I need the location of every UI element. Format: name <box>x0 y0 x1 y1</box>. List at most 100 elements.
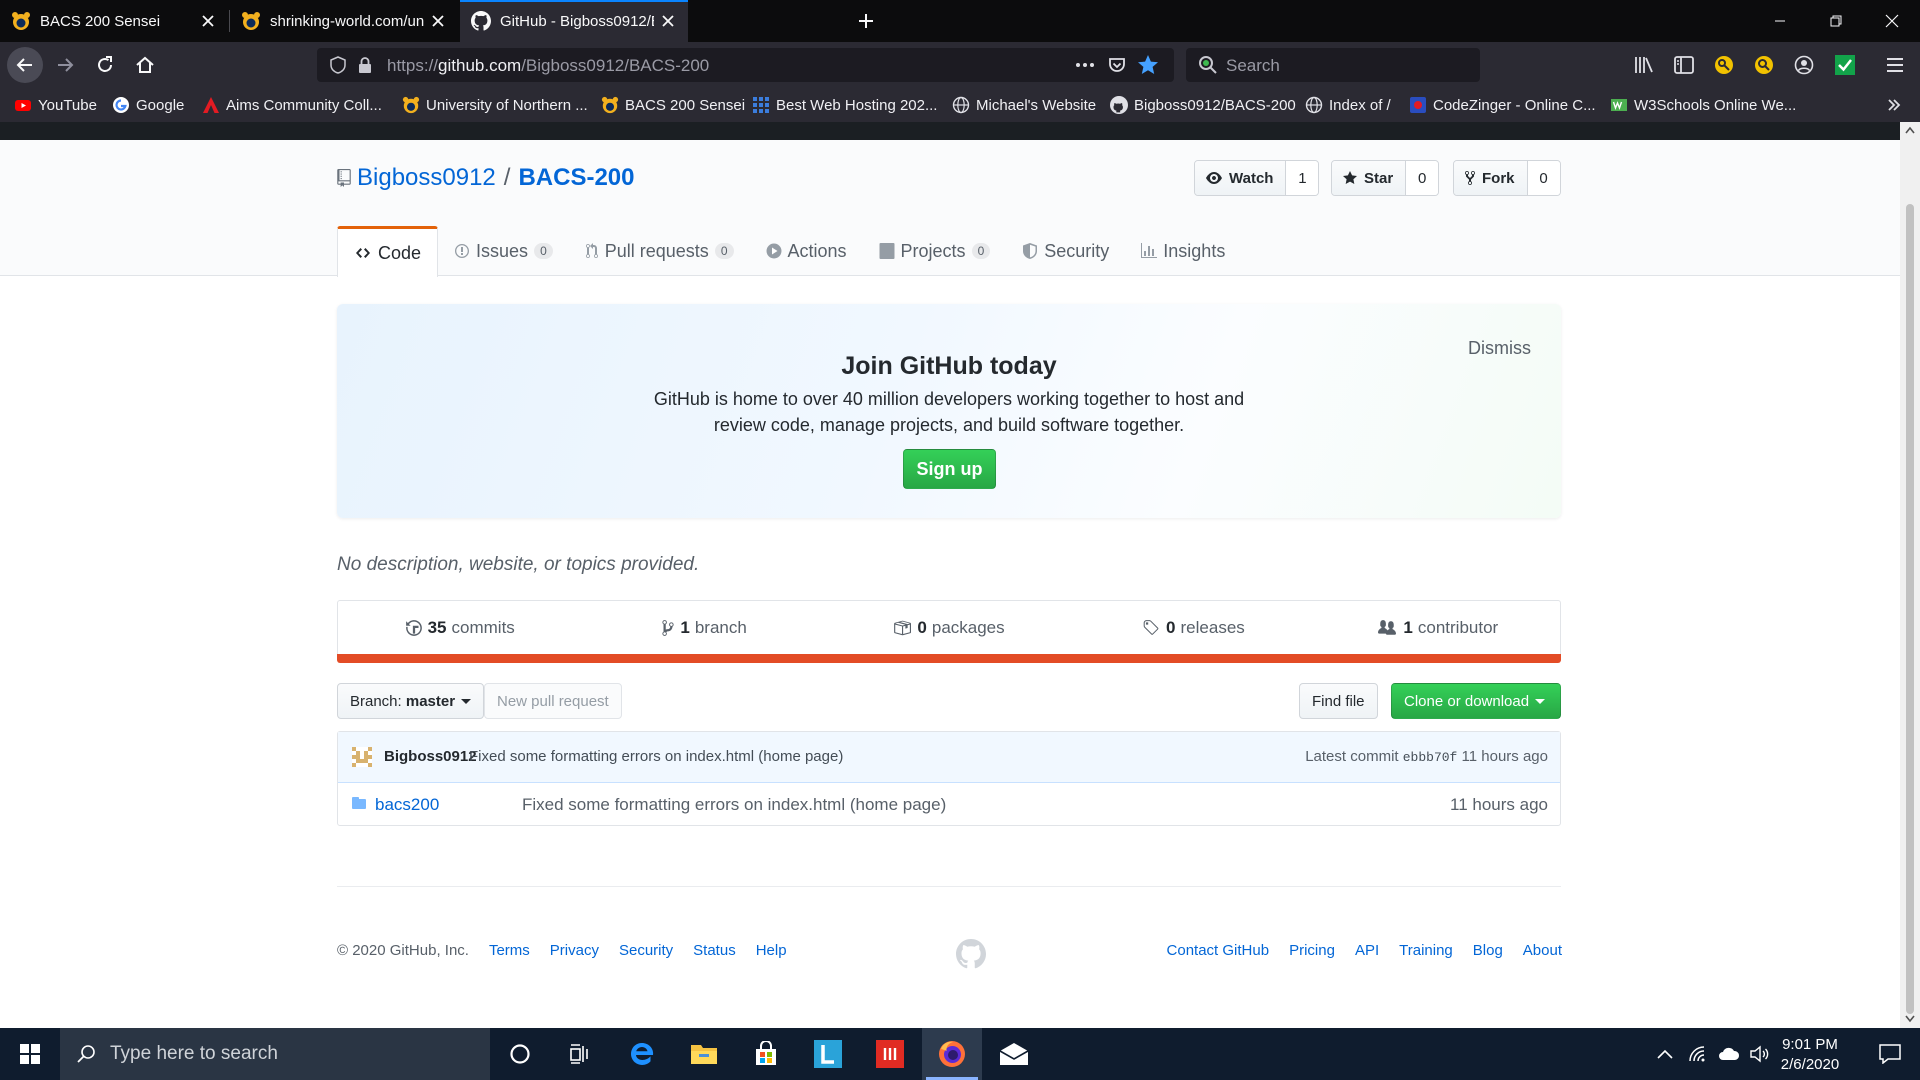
footer-link-contact[interactable]: Contact GitHub <box>1167 942 1270 959</box>
extension-key-icon[interactable] <box>1714 55 1734 75</box>
taskbar-edge[interactable] <box>612 1028 672 1080</box>
footer-link-help[interactable]: Help <box>756 942 787 959</box>
restore-button[interactable] <box>1808 0 1864 42</box>
fork-button[interactable]: Fork <box>1454 161 1528 195</box>
bookmark-youtube[interactable]: YouTube <box>14 88 97 122</box>
taskbar-mail[interactable] <box>984 1028 1044 1080</box>
packages-link[interactable]: 0 packages <box>827 601 1071 654</box>
extension-search-icon[interactable] <box>1754 55 1774 75</box>
taskbar-app-l[interactable] <box>798 1028 858 1080</box>
fork-count[interactable]: 0 <box>1527 161 1560 195</box>
tab-security[interactable]: Security <box>1006 226 1125 276</box>
footer-link-pricing[interactable]: Pricing <box>1289 942 1335 959</box>
new-tab-button[interactable] <box>852 7 880 35</box>
task-view-button[interactable] <box>550 1028 610 1080</box>
clone-download-button[interactable]: Clone or download <box>1391 683 1561 719</box>
repo-owner-link[interactable]: Bigboss0912 <box>357 164 496 192</box>
taskbar-app-red[interactable] <box>860 1028 920 1080</box>
github-mark-icon[interactable] <box>956 939 986 969</box>
bookmark-index-of[interactable]: Index of / <box>1305 88 1391 122</box>
tab-actions[interactable]: Actions <box>750 226 863 276</box>
pocket-icon[interactable] <box>1107 55 1127 75</box>
network-button[interactable] <box>1684 1028 1712 1080</box>
releases-link[interactable]: 0 releases <box>1071 601 1315 654</box>
language-bar[interactable] <box>337 654 1561 663</box>
forward-button[interactable] <box>47 47 83 83</box>
onedrive-button[interactable] <box>1714 1028 1744 1080</box>
commit-author-link[interactable]: Bigboss0912 <box>384 748 477 765</box>
close-tab-icon[interactable] <box>424 7 452 35</box>
taskbar-search-input[interactable]: Type here to search <box>60 1028 490 1080</box>
checkmark-extension-icon[interactable] <box>1834 54 1856 76</box>
footer-link-blog[interactable]: Blog <box>1473 942 1503 959</box>
watch-count[interactable]: 1 <box>1286 161 1319 195</box>
file-name-link[interactable]: bacs200 <box>375 795 439 815</box>
taskbar-clock[interactable]: 9:01 PM 2/6/2020 <box>1760 1035 1860 1075</box>
search-bar[interactable]: Search <box>1186 48 1480 82</box>
new-pull-request-button[interactable]: New pull request <box>484 683 622 719</box>
bookmark-bacs-sensei[interactable]: BACS 200 Sensei <box>601 88 745 122</box>
address-bar[interactable]: https://github.com/Bigboss0912/BACS-200 <box>317 48 1174 82</box>
taskbar-store[interactable] <box>736 1028 796 1080</box>
reload-button[interactable] <box>87 47 123 83</box>
footer-link-api[interactable]: API <box>1355 942 1379 959</box>
sign-up-button[interactable]: Sign up <box>903 449 996 489</box>
tab-shrinking-world[interactable]: shrinking-world.com/unc/bacs2 <box>230 0 458 42</box>
bookmark-michaels-website[interactable]: Michael's Website <box>952 88 1096 122</box>
footer-link-security[interactable]: Security <box>619 942 673 959</box>
shield-icon[interactable] <box>329 56 347 74</box>
start-button[interactable] <box>0 1028 60 1080</box>
footer-link-training[interactable]: Training <box>1399 942 1453 959</box>
close-window-button[interactable] <box>1864 0 1920 42</box>
tab-insights[interactable]: Insights <box>1125 226 1241 276</box>
bookmark-aims[interactable]: Aims Community Coll... <box>202 88 382 122</box>
sidebar-icon[interactable] <box>1674 56 1694 74</box>
bookmarks-overflow-button[interactable] <box>1886 88 1902 122</box>
page-actions-icon[interactable] <box>1075 62 1095 68</box>
star-button[interactable]: Star <box>1332 161 1407 195</box>
branches-link[interactable]: 1 branch <box>582 601 826 654</box>
tab-github[interactable]: GitHub - Bigboss0912/BACS-2( <box>460 0 688 42</box>
contributors-link[interactable]: 1 contributor <box>1316 601 1560 654</box>
minimize-button[interactable] <box>1752 0 1808 42</box>
tab-bacs-sensei[interactable]: BACS 200 Sensei <box>0 0 228 42</box>
home-button[interactable] <box>127 47 163 83</box>
tab-code[interactable]: Code <box>337 226 439 277</box>
close-tab-icon[interactable] <box>194 7 222 35</box>
cortana-button[interactable] <box>490 1028 550 1080</box>
footer-link-about[interactable]: About <box>1523 942 1562 959</box>
bookmark-star-icon[interactable] <box>1137 54 1159 76</box>
bookmark-w3schools[interactable]: W3Schools Online We... <box>1610 88 1796 122</box>
star-count[interactable]: 0 <box>1406 161 1439 195</box>
close-tab-icon[interactable] <box>654 7 682 35</box>
bookmark-google[interactable]: Google <box>112 88 184 122</box>
file-commit-message-link[interactable]: Fixed some formatting errors on index.ht… <box>522 795 946 815</box>
library-icon[interactable] <box>1634 56 1654 74</box>
watch-button[interactable]: Watch <box>1195 161 1287 195</box>
commit-message-link[interactable]: Fixed some formatting errors on index.ht… <box>469 748 843 765</box>
repo-name-link[interactable]: BACS-200 <box>518 164 634 192</box>
footer-link-terms[interactable]: Terms <box>489 942 530 959</box>
lock-icon[interactable] <box>357 56 373 74</box>
tab-pull-requests[interactable]: Pull requests 0 <box>569 226 750 276</box>
bookmark-github-repo[interactable]: Bigboss0912/BACS-200 <box>1110 88 1296 122</box>
tab-projects[interactable]: Projects 0 <box>863 226 1007 276</box>
commits-link[interactable]: 35 commits <box>338 601 582 654</box>
branch-select-button[interactable]: Branch: master <box>337 683 485 719</box>
action-center-button[interactable] <box>1862 1028 1918 1080</box>
page-scrollbar[interactable] <box>1900 122 1920 1028</box>
taskbar-firefox[interactable] <box>922 1028 982 1080</box>
bookmark-unc[interactable]: University of Northern ... <box>402 88 588 122</box>
taskbar-file-explorer[interactable] <box>674 1028 734 1080</box>
show-hidden-icons-button[interactable] <box>1650 1028 1680 1080</box>
scroll-down-icon[interactable] <box>1905 1015 1915 1023</box>
tab-issues[interactable]: Issues 0 <box>438 226 569 276</box>
scroll-up-icon[interactable] <box>1905 126 1915 134</box>
footer-link-privacy[interactable]: Privacy <box>550 942 599 959</box>
menu-icon[interactable] <box>1886 57 1904 73</box>
commit-sha-link[interactable]: ebbb70f <box>1403 750 1458 765</box>
bookmark-codezinger[interactable]: CodeZinger - Online C... <box>1409 88 1596 122</box>
footer-link-status[interactable]: Status <box>693 942 736 959</box>
account-icon[interactable] <box>1794 55 1814 75</box>
bookmark-web-hosting[interactable]: Best Web Hosting 202... <box>752 88 937 122</box>
